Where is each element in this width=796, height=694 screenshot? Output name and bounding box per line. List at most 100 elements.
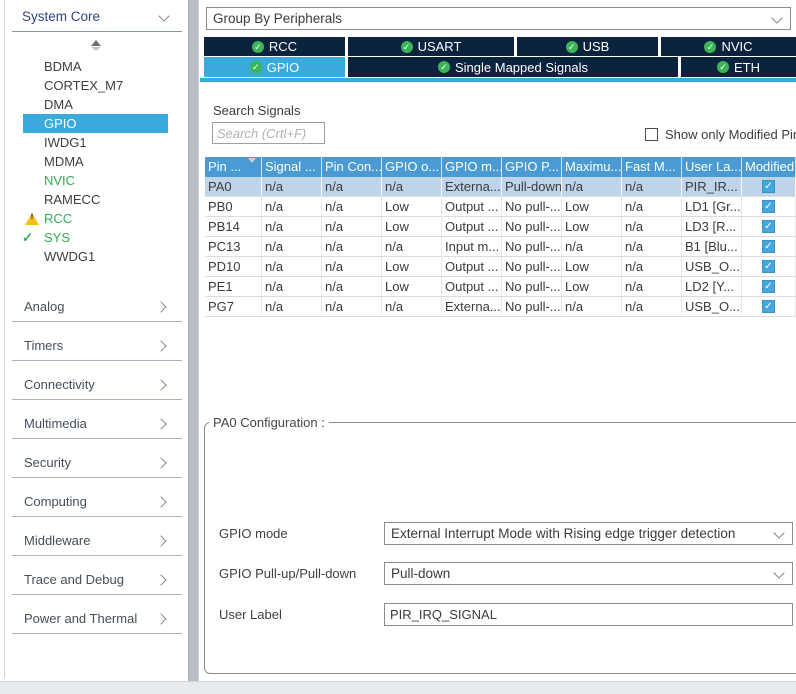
category-label: Security: [24, 455, 71, 470]
category-label: Connectivity: [24, 377, 95, 392]
sidebar-category-security[interactable]: Security: [0, 453, 187, 492]
sidebar-item-nvic[interactable]: NVIC: [0, 171, 187, 190]
tab-rcc[interactable]: RCC: [204, 37, 345, 56]
sidebar-category-connectivity[interactable]: Connectivity: [0, 375, 187, 414]
cell-gpio-m: Output ...: [442, 257, 502, 277]
field-select-gpio-mode[interactable]: External Interrupt Mode with Rising edge…: [384, 522, 793, 545]
col-header-gpio-m[interactable]: GPIO m...: [442, 157, 502, 177]
cell-user-la: LD2 [Y...: [682, 277, 742, 297]
col-header-gpio-o[interactable]: GPIO o...: [382, 157, 442, 177]
cell-gpio-o: n/a: [382, 297, 442, 317]
sidebar-group-system-core[interactable]: System Core: [22, 9, 172, 27]
tab-eth[interactable]: ETH: [681, 57, 796, 77]
chevron-right-icon: [155, 301, 166, 312]
configuration-group-title: PA0 Configuration :: [209, 415, 329, 430]
col-header-signal[interactable]: Signal ...: [262, 157, 322, 177]
group-by-select[interactable]: Group By Peripherals: [206, 7, 791, 30]
pin-row-pe1[interactable]: PE1n/an/aLowOutput ...No pull-...Lown/aL…: [205, 277, 796, 297]
modified-checkbox[interactable]: [762, 240, 775, 253]
cell-fast-m: n/a: [622, 177, 682, 197]
cell-pin-con: n/a: [322, 277, 382, 297]
col-header-gpio-p[interactable]: GPIO P...: [502, 157, 562, 177]
triangle-up-icon: [91, 40, 101, 46]
modified-checkbox[interactable]: [762, 220, 775, 233]
tab-usb[interactable]: USB: [517, 37, 658, 56]
select-value: External Interrupt Mode with Rising edge…: [391, 526, 735, 541]
sidebar-item-wwdg1[interactable]: WWDG1: [0, 247, 187, 266]
sidebar-item-label: DMA: [44, 97, 73, 112]
cell-modified: [742, 197, 796, 217]
sidebar-category-middleware[interactable]: Middleware: [0, 531, 187, 570]
pin-row-pc13[interactable]: PC13n/an/an/aInput m...No pull-...n/an/a…: [205, 237, 796, 257]
chevron-right-icon: [155, 418, 166, 429]
search-input[interactable]: [212, 122, 325, 144]
sidebar-item-label: MDMA: [44, 154, 84, 169]
sidebar-category-power-and-thermal[interactable]: Power and Thermal: [0, 609, 187, 648]
list-scroll-up-button[interactable]: [88, 40, 104, 52]
field-select-gpio-pull-up-pull-down[interactable]: Pull-down: [384, 562, 793, 585]
cell-pin: PB0: [205, 197, 262, 217]
field-input-user-label[interactable]: [384, 603, 793, 626]
modified-checkbox[interactable]: [762, 260, 775, 273]
col-header-pin[interactable]: Pin ...: [205, 157, 262, 177]
cell-signal: n/a: [262, 197, 322, 217]
cell-gpio-m: Externa...: [442, 177, 502, 197]
cell-maximu: n/a: [562, 177, 622, 197]
sidebar-item-sys[interactable]: SYS: [0, 228, 187, 247]
category-label: Middleware: [24, 533, 90, 548]
category-label: Power and Thermal: [24, 611, 137, 626]
modified-checkbox[interactable]: [762, 300, 775, 313]
pin-row-pb0[interactable]: PB0n/an/aLowOutput ...No pull-...Lown/aL…: [205, 197, 796, 217]
tab-usart[interactable]: USART: [348, 37, 514, 56]
cell-modified: [742, 237, 796, 257]
sidebar-category-timers[interactable]: Timers: [0, 336, 187, 375]
pin-row-pa0[interactable]: PA0n/an/an/aExterna...Pull-downn/an/aPIR…: [205, 177, 796, 197]
modified-checkbox[interactable]: [762, 280, 775, 293]
sidebar-item-mdma[interactable]: MDMA: [0, 152, 187, 171]
underline: [12, 438, 182, 439]
sidebar-item-cortex_m7[interactable]: CORTEX_M7: [0, 76, 187, 95]
sidebar-item-dma[interactable]: DMA: [0, 95, 187, 114]
sidebar-item-rcc[interactable]: RCC: [0, 209, 187, 228]
col-header-label: Modified: [745, 159, 794, 174]
sidebar-category-multimedia[interactable]: Multimedia: [0, 414, 187, 453]
cell-gpio-o: Low: [382, 217, 442, 237]
panel-splitter[interactable]: [188, 0, 199, 681]
chevron-right-icon: [155, 496, 166, 507]
cell-gpio-p: No pull-...: [502, 197, 562, 217]
pin-row-pd10[interactable]: PD10n/an/aLowOutput ...No pull-...Lown/a…: [205, 257, 796, 277]
pin-row-pg7[interactable]: PG7n/an/an/aExterna...No pull-...n/an/aU…: [205, 297, 796, 317]
underline: [12, 321, 182, 322]
show-only-modified-checkbox[interactable]: [645, 128, 658, 141]
cell-gpio-p: No pull-...: [502, 217, 562, 237]
sidebar-item-ramecc[interactable]: RAMECC: [0, 190, 187, 209]
tab-single-mapped-signals[interactable]: Single Mapped Signals: [348, 57, 678, 77]
modified-checkbox[interactable]: [762, 200, 775, 213]
sidebar-item-label: CORTEX_M7: [44, 78, 123, 93]
cell-maximu: n/a: [562, 297, 622, 317]
sidebar-item-iwdg1[interactable]: IWDG1: [0, 133, 187, 152]
tab-gpio[interactable]: GPIO: [204, 57, 345, 77]
field-label-gpio-mode: GPIO mode: [219, 526, 288, 541]
cell-maximu: Low: [562, 257, 622, 277]
sidebar-category-trace-and-debug[interactable]: Trace and Debug: [0, 570, 187, 609]
cell-fast-m: n/a: [622, 297, 682, 317]
sidebar-category-computing[interactable]: Computing: [0, 492, 187, 531]
col-header-modified[interactable]: Modified: [742, 157, 796, 177]
green-check-icon: [250, 61, 262, 73]
sidebar-item-gpio[interactable]: GPIO: [23, 114, 168, 133]
pin-row-pb14[interactable]: PB14n/an/aLowOutput ...No pull-...Lown/a…: [205, 217, 796, 237]
sort-indicator-icon[interactable]: [240, 161, 256, 177]
sidebar-group-label: System Core: [22, 9, 100, 24]
chevron-down-icon: [773, 567, 784, 578]
modified-checkbox[interactable]: [762, 180, 775, 193]
col-header-fast-m[interactable]: Fast M...: [622, 157, 682, 177]
chevron-down-icon: [773, 527, 784, 538]
tab-nvic[interactable]: NVIC: [661, 37, 796, 56]
sidebar-item-bdma[interactable]: BDMA: [0, 57, 187, 76]
sidebar-category-analog[interactable]: Analog: [0, 297, 187, 336]
col-header-user-la[interactable]: User La...: [682, 157, 742, 177]
col-header-pin-con[interactable]: Pin Con...: [322, 157, 382, 177]
cell-pin: PE1: [205, 277, 262, 297]
col-header-maximu[interactable]: Maximu...: [562, 157, 622, 177]
